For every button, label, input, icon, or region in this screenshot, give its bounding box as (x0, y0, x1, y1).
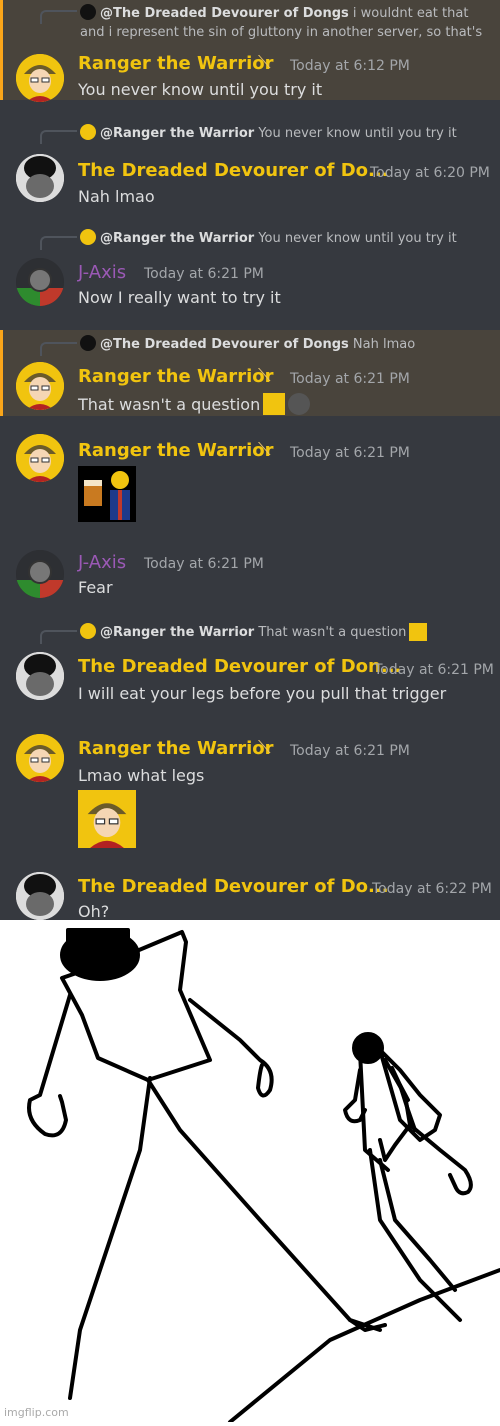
message-text: You never know until you try it (78, 80, 323, 99)
author-name[interactable]: The Dreaded Devourer of Don... (78, 656, 401, 677)
skull-emoji-icon (288, 393, 311, 415)
stick-figures-drawing (27, 928, 500, 1424)
ranger-avatar-icon (16, 434, 64, 482)
sword-icon: ⟍ (258, 365, 271, 386)
timestamp: Today at 6:22 PM (372, 881, 492, 897)
author-name[interactable]: Ranger the Warrior (78, 738, 273, 759)
reply-avatar (80, 335, 96, 351)
reply-spine (40, 10, 77, 24)
reply-preview[interactable]: @Ranger the Warrior That wasn't a questi… (80, 623, 495, 641)
reply-text: Nah lmao (352, 337, 416, 352)
reply-mention[interactable]: @Ranger the Warrior (100, 625, 254, 640)
reply-text: You never know until you try it (258, 126, 457, 141)
ranger-emoji-icon (263, 393, 286, 415)
reply-preview[interactable]: @Ranger the Warrior You never know until… (80, 229, 495, 246)
timestamp: Today at 6:21 PM (144, 266, 264, 282)
author-name[interactable]: Ranger the Warrior (78, 440, 273, 461)
avatar[interactable] (16, 362, 64, 410)
reply-spine (40, 630, 77, 644)
message-text: Now I really want to try it (78, 288, 281, 307)
dreaded-avatar-icon (16, 872, 64, 920)
message-7[interactable]: @Ranger the Warrior That wasn't a questi… (0, 618, 500, 714)
message-text: That wasn't a question (78, 393, 311, 415)
timestamp: Today at 6:20 PM (370, 165, 490, 181)
sword-icon: ⟍ (258, 439, 271, 460)
avatar[interactable] (16, 54, 64, 102)
timestamp: Today at 6:21 PM (290, 743, 410, 759)
dreaded-avatar-icon (16, 652, 64, 700)
message-3[interactable]: @Ranger the Warrior You never know until… (0, 224, 500, 320)
ranger-avatar-icon (16, 54, 64, 102)
author-name[interactable]: Ranger the Warrior (78, 366, 273, 387)
message-text: Nah lmao (78, 187, 155, 206)
message-9[interactable]: The Dreaded Devourer of Do... Today at 6… (0, 866, 500, 920)
reply-avatar (80, 623, 96, 639)
avatar[interactable] (16, 872, 64, 920)
sword-icon: ⟍ (258, 52, 271, 73)
message-text: I will eat your legs before you pull tha… (78, 684, 447, 703)
avatar[interactable] (16, 734, 64, 782)
author-name[interactable]: J-Axis (78, 262, 126, 283)
reply-avatar (80, 124, 96, 140)
message-text: Fear (78, 578, 113, 597)
reply-avatar (80, 229, 96, 245)
jaxis-avatar-icon (16, 258, 64, 306)
message-8[interactable]: Ranger the Warrior ⟍ Today at 6:21 PM Lm… (0, 726, 500, 856)
author-name[interactable]: Ranger the Warrior (78, 53, 273, 74)
timestamp: Today at 6:21 PM (374, 662, 494, 678)
message-6[interactable]: J-Axis Today at 6:21 PM Fear (0, 540, 500, 610)
timestamp: Today at 6:21 PM (144, 556, 264, 572)
reply-mention[interactable]: @The Dreaded Devourer of Dongs (100, 6, 349, 21)
reply-preview[interactable]: @The Dreaded Devourer of Dongs Nah lmao (80, 335, 495, 352)
message-text-body: That wasn't a question (78, 395, 261, 414)
avatar[interactable] (16, 258, 64, 306)
reply-text: That wasn't a question (258, 625, 407, 640)
dreaded-avatar-icon (16, 154, 64, 202)
message-4[interactable]: @The Dreaded Devourer of Dongs Nah lmao … (0, 330, 500, 416)
reply-avatar (80, 4, 96, 20)
avatar[interactable] (16, 154, 64, 202)
reply-mention[interactable]: @Ranger the Warrior (100, 126, 254, 141)
image-attachment[interactable] (78, 790, 136, 848)
author-name[interactable]: The Dreaded Devourer of Do... (78, 876, 389, 897)
message-text: Oh? (78, 902, 110, 920)
timestamp: Today at 6:21 PM (290, 445, 410, 461)
ranger-avatar-icon (16, 362, 64, 410)
watermark-text: imgflip.com (4, 1406, 69, 1419)
reply-spine (40, 236, 77, 250)
author-name[interactable]: The Dreaded Devourer of Do... (78, 160, 389, 181)
avatar[interactable] (16, 652, 64, 700)
avatar[interactable] (16, 550, 64, 598)
reply-text: You never know until you try it (258, 231, 457, 246)
reply-preview[interactable]: @The Dreaded Devourer of Dongs i wouldnt… (80, 4, 495, 42)
reply-spine (40, 130, 77, 144)
message-text: Lmao what legs (78, 766, 205, 785)
sword-icon: ⟍ (258, 737, 271, 758)
timestamp: Today at 6:21 PM (290, 371, 410, 387)
author-name[interactable]: J-Axis (78, 552, 126, 573)
reply-preview[interactable]: @Ranger the Warrior You never know until… (80, 124, 495, 141)
ranger-emoji-icon (409, 623, 428, 641)
jaxis-avatar-icon (16, 550, 64, 598)
image-attachment[interactable] (78, 466, 136, 522)
ranger-avatar-icon (16, 734, 64, 782)
reply-mention[interactable]: @The Dreaded Devourer of Dongs (100, 337, 349, 352)
drink-image-icon (78, 466, 136, 522)
meme-drawing: imgflip.com (0, 920, 500, 1424)
avatar[interactable] (16, 434, 64, 482)
ranger-image-icon (78, 790, 136, 848)
reply-spine (40, 342, 77, 356)
timestamp: Today at 6:12 PM (290, 58, 410, 74)
message-1[interactable]: @The Dreaded Devourer of Dongs i wouldnt… (0, 0, 500, 102)
chat-log: @The Dreaded Devourer of Dongs i wouldnt… (0, 0, 500, 920)
message-2[interactable]: @Ranger the Warrior You never know until… (0, 118, 500, 214)
message-5[interactable]: Ranger the Warrior ⟍ Today at 6:21 PM (0, 428, 500, 528)
reply-mention[interactable]: @Ranger the Warrior (100, 231, 254, 246)
